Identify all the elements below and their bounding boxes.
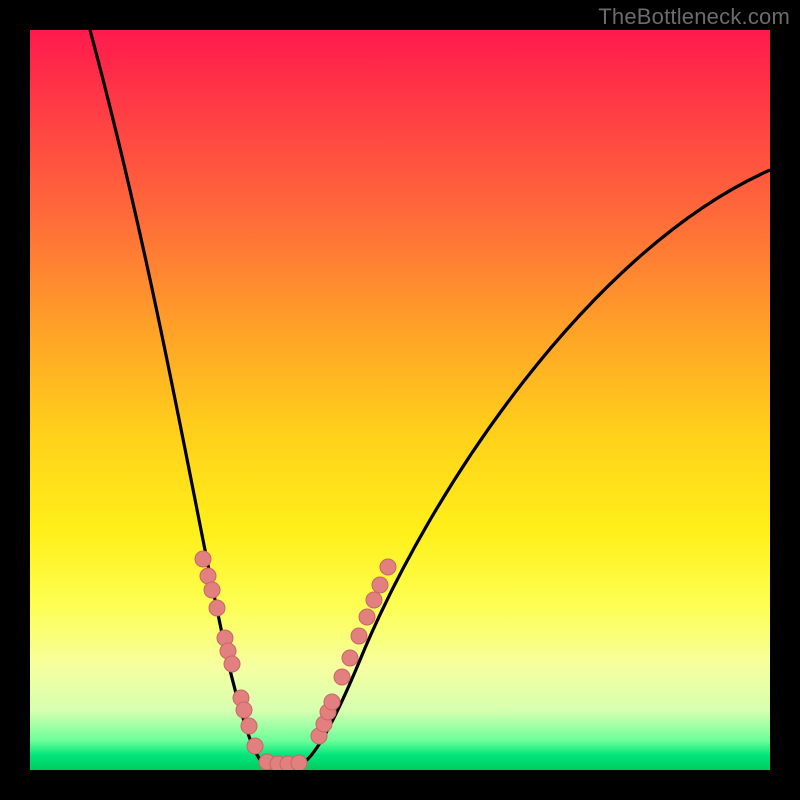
data-dot (366, 592, 382, 608)
data-dot (334, 669, 350, 685)
chart-stage: TheBottleneck.com (0, 0, 800, 800)
data-dot (247, 738, 263, 754)
watermark-text: TheBottleneck.com (598, 4, 790, 30)
data-dot (380, 559, 396, 575)
data-dot (204, 582, 220, 598)
dot-layer (195, 551, 396, 770)
data-dot (324, 694, 340, 710)
data-dot (291, 755, 307, 770)
data-dot (241, 718, 257, 734)
bottleneck-curve (90, 30, 770, 765)
chart-svg (30, 30, 770, 770)
data-dot (200, 568, 216, 584)
data-dot (209, 600, 225, 616)
data-dot (342, 650, 358, 666)
plot-area (30, 30, 770, 770)
data-dot (224, 656, 240, 672)
data-dot (372, 577, 388, 593)
data-dot (359, 609, 375, 625)
data-dot (351, 628, 367, 644)
data-dot (236, 702, 252, 718)
data-dot (195, 551, 211, 567)
